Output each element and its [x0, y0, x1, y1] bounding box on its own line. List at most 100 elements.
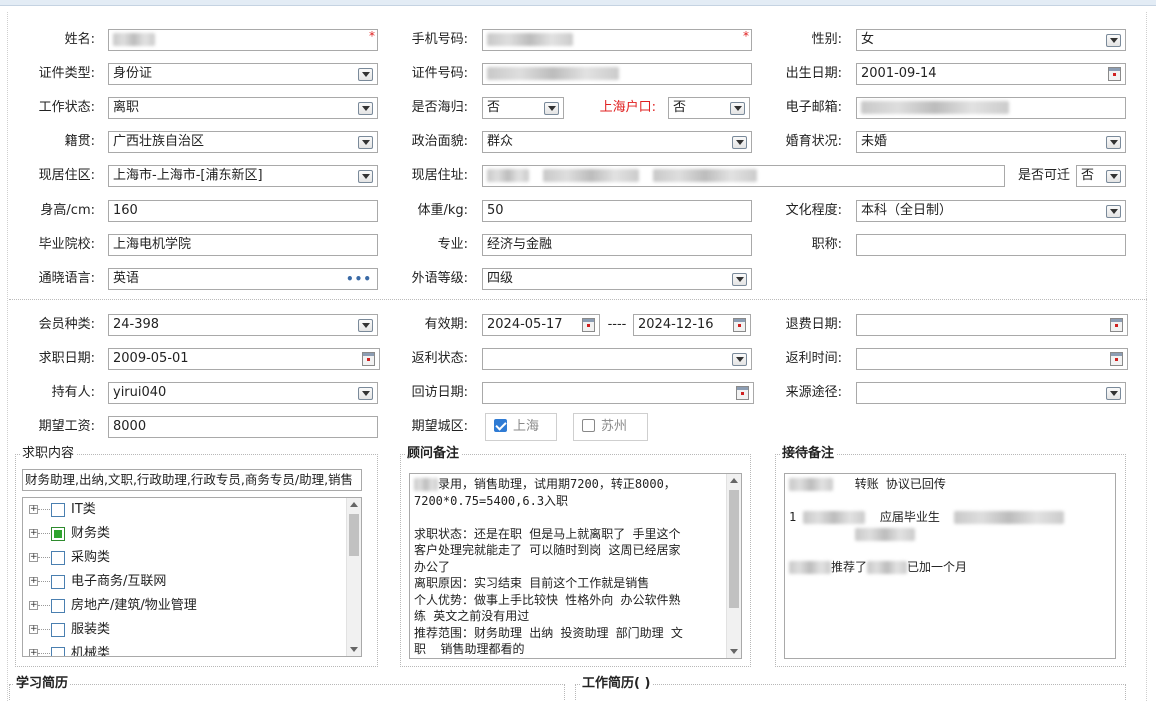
checkbox-icon[interactable] [51, 647, 65, 656]
chevron-down-icon[interactable] [358, 319, 373, 332]
valid-to-input[interactable]: 2024-12-16 [633, 314, 751, 336]
expand-icon[interactable]: + [29, 601, 38, 610]
chevron-down-icon[interactable] [358, 68, 373, 81]
checkbox-icon[interactable] [51, 575, 65, 589]
shanghai-hukou-select[interactable]: 否 [668, 97, 750, 119]
job-category-tree[interactable]: + IT类 + 财务类 + 采购类 + 电子商务/互联网 + 房地产/建筑/物业… [22, 497, 362, 657]
scroll-up-icon[interactable] [730, 478, 738, 483]
chevron-down-icon[interactable] [1106, 34, 1121, 47]
district-select[interactable]: 上海市-上海市-[浦东新区] [108, 165, 378, 187]
email-input[interactable] [856, 97, 1126, 119]
id-number-input[interactable] [482, 63, 752, 85]
expand-icon[interactable]: + [29, 553, 38, 562]
major-input[interactable]: 经济与金融 [482, 234, 752, 256]
title-input[interactable] [856, 234, 1126, 256]
expand-icon[interactable]: + [29, 649, 38, 656]
consultant-note-textarea[interactable]: 录用，销售助理，试用期7200，转正8000， 7200*0.75=5400,6… [409, 473, 742, 659]
source-select[interactable] [856, 382, 1126, 404]
tree-item-machinery[interactable]: + 机械类 [23, 642, 343, 656]
rebate-time-input[interactable] [856, 348, 1128, 370]
language-level-select[interactable]: 四级 [482, 268, 752, 290]
calendar-icon[interactable] [582, 318, 595, 332]
refund-date-input[interactable] [856, 314, 1128, 336]
politics-select[interactable]: 群众 [482, 131, 752, 153]
chevron-down-icon[interactable] [358, 102, 373, 115]
city-option-shanghai[interactable]: 上海 [485, 413, 557, 441]
returnee-select[interactable]: 否 [482, 97, 564, 119]
birth-date-input[interactable]: 2001-09-14 [856, 63, 1126, 85]
city-option-suzhou[interactable]: 苏州 [573, 413, 648, 441]
expand-icon[interactable]: + [29, 577, 38, 586]
checkbox-icon[interactable] [51, 551, 65, 565]
calendar-icon[interactable] [1110, 318, 1123, 332]
calendar-icon[interactable] [736, 386, 749, 400]
scroll-up-icon[interactable] [350, 502, 358, 507]
tree-item-purchase[interactable]: + 采购类 [23, 546, 343, 570]
chevron-down-icon[interactable] [730, 102, 745, 115]
checkbox-icon[interactable] [582, 419, 595, 432]
chevron-down-icon[interactable] [358, 170, 373, 183]
scroll-down-icon[interactable] [730, 649, 738, 654]
origin-select[interactable]: 广西壮族自治区 [108, 131, 378, 153]
marital-label: 婚育状况: [785, 134, 842, 149]
school-input[interactable]: 上海电机学院 [108, 234, 378, 256]
scroll-thumb[interactable] [729, 490, 739, 608]
calendar-icon[interactable] [1108, 67, 1121, 81]
returnee-label: 是否海归: [411, 100, 468, 115]
chevron-down-icon[interactable] [1106, 136, 1121, 149]
chevron-down-icon[interactable] [732, 136, 747, 149]
work-status-select[interactable]: 离职 [108, 97, 378, 119]
scroll-thumb[interactable] [349, 514, 359, 556]
calendar-icon[interactable] [1110, 352, 1123, 366]
salary-input[interactable]: 8000 [108, 416, 378, 438]
weight-input[interactable]: 50 [482, 200, 752, 222]
consultant-note-scrollbar[interactable] [726, 474, 741, 658]
expand-icon[interactable]: + [29, 505, 38, 514]
name-input[interactable]: * [108, 29, 378, 51]
valid-from-input[interactable]: 2024-05-17 [482, 314, 600, 336]
rebate-status-select[interactable] [482, 348, 752, 370]
address-input[interactable] [482, 165, 1005, 187]
tree-scrollbar[interactable] [346, 498, 361, 656]
tree-item-apparel[interactable]: + 服装类 [23, 618, 343, 642]
chevron-down-icon[interactable] [1106, 387, 1121, 400]
checkbox-partial-icon[interactable] [51, 527, 65, 541]
calendar-icon[interactable] [362, 352, 375, 366]
id-type-select[interactable]: 身份证 [108, 63, 378, 85]
chevron-down-icon[interactable] [732, 273, 747, 286]
expand-icon[interactable]: + [29, 529, 38, 538]
chevron-down-icon[interactable] [1106, 205, 1121, 218]
consultant-note-line: 录用，销售助理，试用期7200，转正8000， [438, 477, 676, 491]
height-input[interactable]: 160 [108, 200, 378, 222]
calendar-icon[interactable] [733, 318, 746, 332]
chevron-down-icon[interactable] [1106, 170, 1121, 183]
reception-note-textarea[interactable]: 转账 协议已回传 1 应届毕业生 推荐了 已加一个月 [784, 473, 1116, 659]
education-select[interactable]: 本科（全日制） [856, 200, 1126, 222]
tree-item-ecommerce[interactable]: + 电子商务/互联网 [23, 570, 343, 594]
chevron-down-icon[interactable] [358, 387, 373, 400]
visit-date-input[interactable] [482, 382, 754, 404]
chevron-down-icon[interactable] [358, 136, 373, 149]
scroll-down-icon[interactable] [350, 647, 358, 652]
member-type-select[interactable]: 24-398 [108, 314, 378, 336]
job-date-input[interactable]: 2009-05-01 [108, 348, 380, 370]
job-content-selected[interactable]: 财务助理,出纳,文职,行政助理,行政专员,商务专员/助理,销售 [22, 469, 362, 491]
marital-select[interactable]: 未婚 [856, 131, 1126, 153]
chevron-down-icon[interactable] [544, 102, 559, 115]
phone-input[interactable]: * [482, 29, 752, 51]
more-icon[interactable]: ••• [346, 269, 372, 289]
chevron-down-icon[interactable] [732, 353, 747, 366]
checkbox-checked-icon[interactable] [494, 419, 507, 432]
checkbox-icon[interactable] [51, 599, 65, 613]
tree-item-it[interactable]: + IT类 [23, 498, 343, 522]
checkbox-icon[interactable] [51, 623, 65, 637]
tree-item-realestate[interactable]: + 房地产/建筑/物业管理 [23, 594, 343, 618]
movable-select[interactable]: 否 [1076, 165, 1126, 187]
tree-item-finance[interactable]: + 财务类 [23, 522, 343, 546]
holder-select[interactable]: yirui040 [108, 382, 378, 404]
gender-select[interactable]: 女 [856, 29, 1126, 51]
checkbox-icon[interactable] [51, 503, 65, 517]
language-input[interactable]: 英语 ••• [108, 268, 378, 290]
shanghai-hukou-value: 否 [673, 100, 687, 115]
expand-icon[interactable]: + [29, 625, 38, 634]
